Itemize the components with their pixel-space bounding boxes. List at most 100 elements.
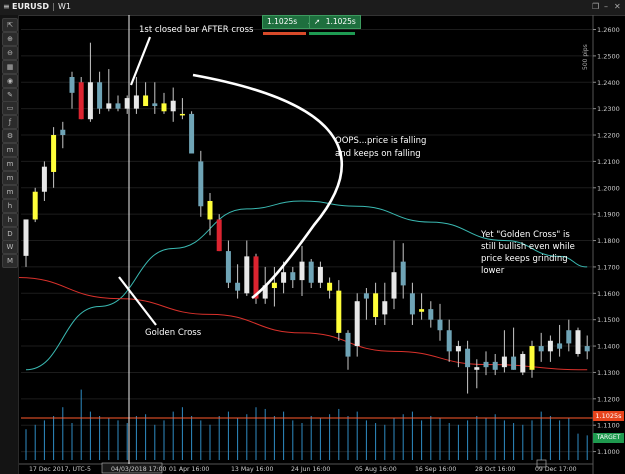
menu-icon[interactable]: ≡	[3, 2, 10, 11]
candle-body[interactable]	[529, 346, 535, 370]
candle-body[interactable]	[483, 361, 489, 368]
chart-type-button[interactable]: ▦	[2, 59, 18, 74]
timeframe-label[interactable]: W1	[58, 2, 71, 11]
annotation-arrow	[129, 36, 152, 86]
tf-w1-button[interactable]: W	[2, 240, 18, 255]
candle-body[interactable]	[584, 346, 590, 352]
candle-body[interactable]	[179, 113, 185, 116]
candle-body[interactable]	[492, 361, 498, 370]
candle-body[interactable]	[23, 219, 29, 256]
candle-body[interactable]	[97, 82, 103, 109]
candle-body[interactable]	[78, 82, 84, 120]
candle-body[interactable]	[391, 272, 397, 299]
tf-m30-button[interactable]: m	[2, 184, 18, 199]
tf-d1-button[interactable]: D	[2, 226, 18, 241]
candle-body[interactable]	[373, 293, 379, 318]
candle-body[interactable]	[382, 301, 388, 315]
candle-body[interactable]	[299, 261, 305, 281]
candle-body[interactable]	[557, 343, 563, 349]
draw-button[interactable]: ✎	[2, 87, 18, 102]
tools-button[interactable]: ⚙	[2, 129, 18, 144]
current-price-tag: 1.1025s	[593, 411, 624, 421]
candle-body[interactable]	[198, 161, 204, 207]
candle-body[interactable]	[60, 129, 66, 136]
tf-h4-button[interactable]: h	[2, 212, 18, 227]
price-tick-label: 1.1700	[597, 263, 620, 271]
annotation-oops-line2: and keeps on falling	[335, 149, 421, 159]
candle-body[interactable]	[566, 330, 572, 344]
candle-body[interactable]	[474, 367, 480, 370]
candle-body[interactable]	[41, 166, 47, 192]
price-chart[interactable]: 1.2600 1.2500 1.2400 1.2300 1.2200 1.2100 1.20…	[19, 15, 625, 474]
candle-body[interactable]	[32, 191, 38, 220]
price-tick-label: 1.2600	[597, 26, 620, 34]
candle-body[interactable]	[290, 272, 296, 281]
date-tick-label: 05 Aug 16:00	[355, 466, 397, 473]
candle-body[interactable]	[308, 261, 314, 283]
candle-body[interactable]	[354, 301, 360, 347]
candle-body[interactable]	[419, 309, 425, 312]
candle-body[interactable]	[327, 282, 333, 291]
candle-body[interactable]	[244, 256, 250, 294]
price-tick-label: 1.2100	[597, 158, 620, 166]
candle-body[interactable]	[317, 266, 323, 283]
slow-moving-average-line	[19, 277, 588, 371]
price-tick-label: 1.2400	[597, 79, 620, 87]
tf-m5-button[interactable]: m	[2, 157, 18, 171]
candle-body[interactable]	[133, 95, 139, 109]
candle-body[interactable]	[51, 135, 57, 172]
candle-body[interactable]	[437, 319, 443, 331]
price-tick-label: 1.2300	[597, 105, 620, 113]
candle-body[interactable]	[336, 290, 342, 333]
candle-body[interactable]	[363, 293, 369, 299]
candle-body[interactable]	[189, 113, 195, 154]
cursor-tool-button[interactable]: ⇱	[2, 18, 18, 32]
candle-body[interactable]	[409, 293, 415, 315]
candle-body[interactable]	[575, 330, 581, 354]
candle-body[interactable]	[446, 330, 452, 352]
candle-body[interactable]	[69, 76, 75, 93]
candle-body[interactable]	[216, 219, 222, 252]
candle-body[interactable]	[520, 353, 526, 373]
candle-body[interactable]	[345, 332, 351, 357]
price-tick-label: 1.1900	[597, 211, 620, 219]
candle-body[interactable]	[106, 103, 112, 109]
candle-body[interactable]	[207, 200, 213, 220]
candle-body[interactable]	[170, 100, 176, 112]
candle-body[interactable]	[501, 356, 507, 368]
candle-body[interactable]	[152, 103, 158, 107]
candle-body[interactable]	[235, 282, 241, 291]
candle-body[interactable]	[281, 272, 287, 283]
globe-button[interactable]: ◉	[2, 73, 18, 88]
zoom-out-button[interactable]: ⊖	[2, 45, 18, 60]
candle-body[interactable]	[465, 348, 471, 368]
candle-body[interactable]	[455, 346, 461, 352]
annotation-yet-line3: price keeps grinding	[481, 254, 568, 264]
tf-m1-button[interactable]: m	[2, 143, 18, 158]
date-tick-label: 28 Oct 16:00	[475, 466, 515, 473]
candle-body[interactable]	[143, 95, 149, 107]
candle-body[interactable]	[87, 82, 93, 120]
candle-body[interactable]	[400, 261, 406, 286]
zoom-in-button[interactable]: ⊕	[2, 31, 18, 46]
screen-button[interactable]: ▭	[2, 101, 18, 116]
tf-h1-button[interactable]: h	[2, 198, 18, 213]
annotation-first-closed-bar: 1st closed bar AFTER cross	[139, 25, 254, 35]
indicator-button[interactable]: ƒ	[2, 115, 18, 130]
annotation-oops-line1: OOPS...price is falling	[335, 136, 426, 146]
expand-icon[interactable]: ❐	[592, 2, 599, 11]
candle-body[interactable]	[115, 103, 121, 109]
candle-body[interactable]	[225, 251, 231, 283]
candle-body[interactable]	[271, 282, 277, 289]
symbol-label[interactable]: EURUSD	[12, 2, 49, 11]
minimize-icon[interactable]: –	[604, 2, 608, 11]
candle-body[interactable]	[511, 356, 517, 370]
candle-body[interactable]	[428, 309, 434, 320]
candle-body[interactable]	[547, 340, 553, 352]
tf-mn-button[interactable]: M	[2, 254, 18, 269]
tf-m15-button[interactable]: m	[2, 170, 18, 185]
price-tick-label: 1.1500	[597, 316, 620, 324]
candle-body[interactable]	[161, 103, 167, 112]
candle-body[interactable]	[538, 346, 544, 352]
close-icon[interactable]: ✕	[614, 2, 621, 11]
